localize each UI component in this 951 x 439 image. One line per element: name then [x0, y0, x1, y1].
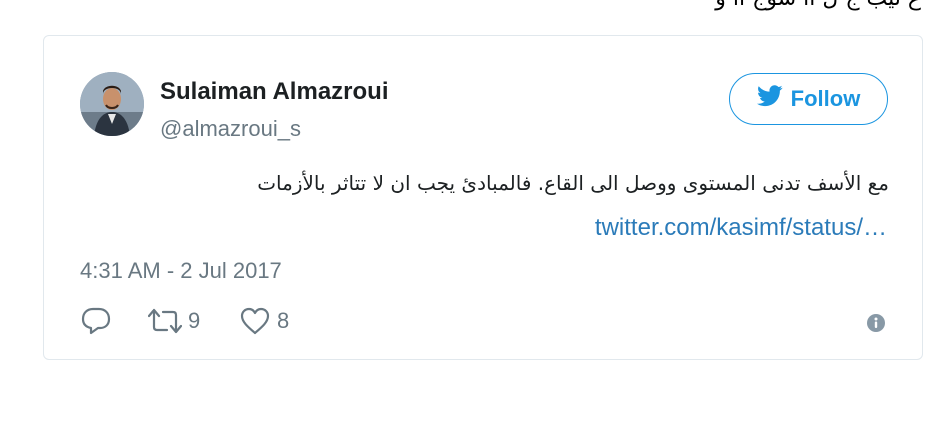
tweet-text: مع الأسف تدنى المستوى ووصل الى القاع. فا…: [257, 171, 889, 195]
follow-button[interactable]: Follow: [729, 73, 888, 125]
reply-button[interactable]: [80, 306, 112, 336]
like-count: 8: [277, 308, 290, 333]
user-name[interactable]: Sulaiman Almazroui: [160, 78, 389, 106]
user-handle[interactable]: @almazroui_s: [160, 116, 301, 142]
follow-label: Follow: [790, 86, 861, 111]
embedded-tweet-card: Sulaiman Almazroui @almazroui_s Follow م…: [43, 35, 923, 360]
retweet-count: 9: [188, 308, 201, 333]
like-icon: [239, 306, 271, 336]
twitter-bird-icon: [756, 85, 791, 113]
tweet-link[interactable]: twitter.com/kasimf/status/…: [595, 214, 887, 242]
avatar[interactable]: [80, 72, 144, 136]
tweet-timestamp[interactable]: 4:31 AM - 2 Jul 2017: [80, 258, 282, 284]
context-text: ع تيب ج ل اا سوج اا و: [715, 0, 921, 11]
reply-icon: [80, 306, 112, 336]
retweet-icon: [148, 306, 182, 336]
like-button[interactable]: 8: [239, 306, 289, 336]
info-icon[interactable]: [867, 314, 885, 332]
retweet-button[interactable]: 9: [148, 306, 200, 336]
